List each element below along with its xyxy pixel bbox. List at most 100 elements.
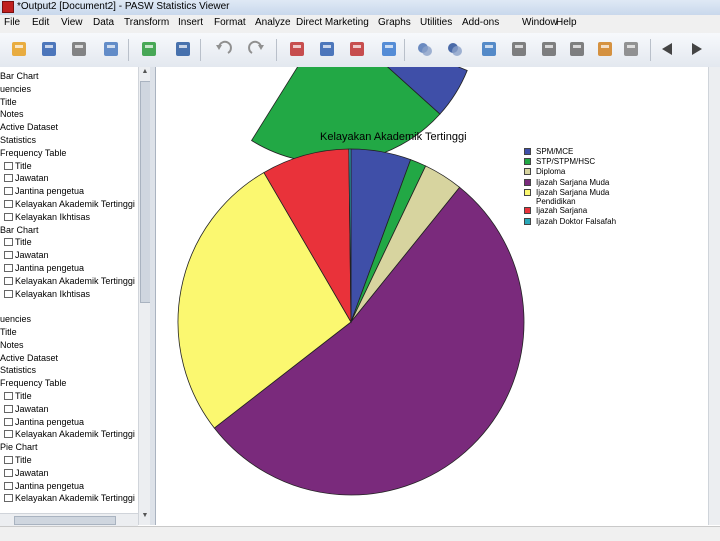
- output-item-icon: [4, 456, 13, 464]
- legend-label: Diploma: [536, 167, 566, 176]
- print-icon[interactable]: [68, 38, 90, 60]
- save-icon[interactable]: [38, 38, 60, 60]
- outline-item[interactable]: Title: [4, 454, 32, 466]
- scroll-thumb[interactable]: [14, 516, 116, 525]
- outline-item[interactable]: Statistics: [0, 364, 36, 376]
- insert-heading-icon[interactable]: [594, 38, 616, 60]
- outline-item[interactable]: uencies: [0, 313, 31, 325]
- menu-edit[interactable]: Edit: [32, 17, 49, 28]
- legend-item: Ijazah Sarjana Muda: [524, 178, 609, 187]
- outline-item-label: Title: [15, 237, 32, 248]
- promote-icon[interactable]: [478, 38, 500, 60]
- outline-item[interactable]: Kelayakan Akademik Tertinggi: [4, 492, 135, 504]
- goto-case-icon[interactable]: [316, 38, 338, 60]
- legend-item: Ijazah Sarjana: [524, 206, 587, 215]
- outline-item[interactable]: Kelayakan Ikhtisas: [4, 211, 90, 223]
- legend-label: Ijazah Sarjana: [536, 206, 588, 215]
- outline-item-label: Pie Chart: [0, 442, 38, 453]
- output-item-icon: [4, 200, 13, 208]
- outline-item[interactable]: Kelayakan Akademik Tertinggi: [4, 198, 135, 210]
- outline-item[interactable]: Title: [0, 326, 17, 338]
- outline-item-label: Kelayakan Ikhtisas: [15, 211, 91, 222]
- outline-item[interactable]: Statistics: [0, 134, 36, 146]
- menu-bar: File Edit View Data Transform Insert Format Ana…: [0, 15, 720, 34]
- output-item-icon: [4, 264, 13, 272]
- undo-icon[interactable]: [212, 38, 234, 60]
- print-preview-icon[interactable]: [100, 38, 122, 60]
- outline-item[interactable]: Jawatan: [4, 403, 49, 415]
- menu-add-ons[interactable]: Add-ons: [462, 17, 499, 28]
- menu-graphs[interactable]: Graphs: [378, 17, 411, 28]
- status-bar: [0, 526, 720, 541]
- toolbar-separator: [650, 39, 651, 61]
- scroll-down-icon[interactable]: ▼: [140, 512, 150, 522]
- demote-icon[interactable]: [508, 38, 530, 60]
- outline-item[interactable]: Jantina pengetua: [4, 262, 84, 274]
- insert-title-icon[interactable]: [620, 38, 642, 60]
- menu-data[interactable]: Data: [93, 17, 114, 28]
- outline-item-label: Title: [0, 96, 17, 107]
- menu-analyze[interactable]: Analyze: [255, 17, 291, 28]
- legend-swatch: [524, 158, 531, 165]
- recall-dialog-icon[interactable]: [172, 38, 194, 60]
- outline-item[interactable]: Frequency Table: [0, 377, 66, 389]
- outline-item[interactable]: Active Dataset: [0, 352, 58, 364]
- outline-item[interactable]: Title: [4, 160, 32, 172]
- outline-horizontal-scrollbar[interactable]: [0, 513, 138, 526]
- export-icon[interactable]: [138, 38, 160, 60]
- outline-item[interactable]: Jawatan: [4, 249, 49, 261]
- menu-format[interactable]: Format: [214, 17, 246, 28]
- outline-item-label: Jawatan: [15, 250, 49, 261]
- legend-label: Ijazah Sarjana Muda Pendidikan: [536, 188, 610, 206]
- outline-item[interactable]: uencies: [0, 83, 31, 95]
- goto-data-icon[interactable]: [286, 38, 308, 60]
- expand-icon[interactable]: [566, 38, 588, 60]
- menu-view[interactable]: View: [61, 17, 83, 28]
- forward-arrow-icon[interactable]: [686, 38, 708, 60]
- outline-item-label: Kelayakan Ikhtisas: [15, 288, 91, 299]
- menu-utilities[interactable]: Utilities: [420, 17, 452, 28]
- outline-item[interactable]: Kelayakan Ikhtisas: [4, 288, 90, 300]
- open-icon[interactable]: [8, 38, 30, 60]
- collapse-icon[interactable]: [538, 38, 560, 60]
- outline-item[interactable]: Active Dataset: [0, 121, 58, 133]
- show-icon[interactable]: [414, 38, 436, 60]
- content-vertical-scrollbar[interactable]: [708, 67, 720, 525]
- redo-icon[interactable]: [246, 38, 268, 60]
- outline-item[interactable]: Jantina pengetua: [4, 185, 84, 197]
- hide-icon[interactable]: [444, 38, 466, 60]
- outline-item[interactable]: Title: [4, 390, 32, 402]
- outline-item[interactable]: Jantina pengetua: [4, 480, 84, 492]
- menu-direct-marketing[interactable]: Direct Marketing: [296, 17, 369, 28]
- outline-item[interactable]: Kelayakan Akademik Tertinggi: [4, 275, 135, 287]
- outline-item[interactable]: Jawatan: [4, 467, 49, 479]
- outline-item[interactable]: Jantina pengetua: [4, 416, 84, 428]
- outline-item[interactable]: Notes: [0, 108, 24, 120]
- outline-item[interactable]: Pie Chart: [0, 441, 38, 453]
- legend-label: Ijazah Sarjana Muda: [536, 178, 610, 187]
- legend-item: Diploma: [524, 167, 565, 176]
- outline-item[interactable]: Bar Chart: [0, 224, 39, 236]
- insert-output-icon[interactable]: [346, 38, 368, 60]
- menu-window[interactable]: Window: [522, 17, 558, 28]
- menu-file[interactable]: File: [4, 17, 20, 28]
- toolbar-separator: [276, 39, 277, 61]
- menu-insert[interactable]: Insert: [178, 17, 203, 28]
- outline-item[interactable]: Notes: [0, 339, 24, 351]
- outline-item-label: Active Dataset: [0, 352, 59, 363]
- menu-help[interactable]: Help: [556, 17, 577, 28]
- outline-item[interactable]: Bar Chart: [0, 70, 39, 82]
- outline-item[interactable]: Title: [4, 236, 32, 248]
- variables-icon[interactable]: [378, 38, 400, 60]
- outline-item-label: uencies: [0, 83, 32, 94]
- menu-transform[interactable]: Transform: [124, 17, 169, 28]
- scroll-up-icon[interactable]: ▲: [140, 68, 150, 78]
- outline-item[interactable]: Title: [0, 96, 17, 108]
- outline-item-label: Kelayakan Akademik Tertinggi: [15, 429, 135, 440]
- toolbar-separator: [200, 39, 201, 61]
- outline-item[interactable]: Frequency Table: [0, 147, 66, 159]
- outline-item[interactable]: Jawatan: [4, 172, 49, 184]
- back-arrow-icon[interactable]: [656, 38, 678, 60]
- outline-item-label: Jawatan: [15, 173, 49, 184]
- outline-item[interactable]: Kelayakan Akademik Tertinggi: [4, 428, 135, 440]
